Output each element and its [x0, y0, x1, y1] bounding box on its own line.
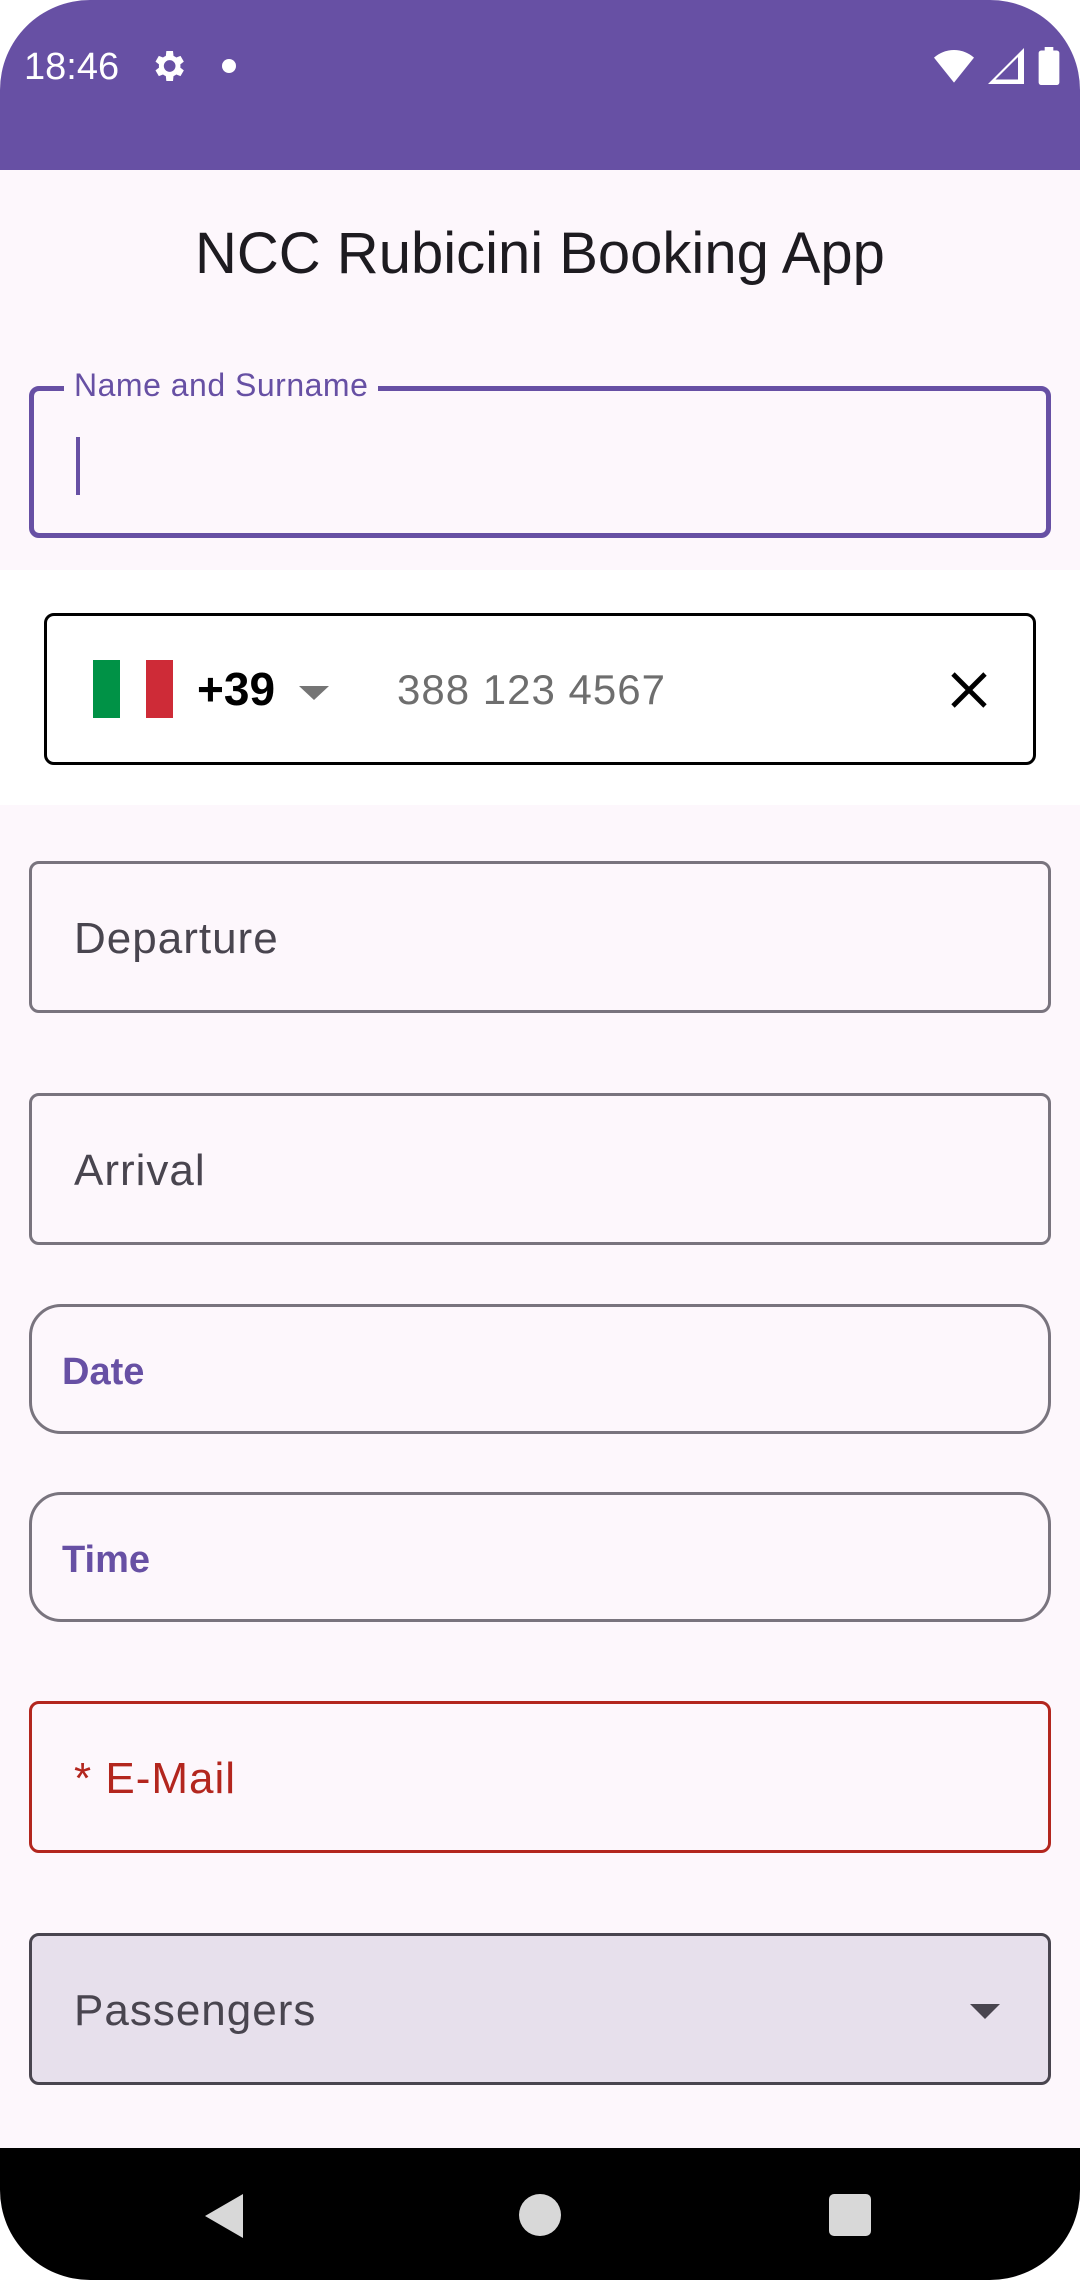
date-label: Date	[62, 1351, 145, 1393]
departure-field[interactable]: Departure	[29, 861, 1051, 1013]
status-bar: 18:46	[0, 0, 1080, 170]
country-dropdown-icon[interactable]	[299, 686, 329, 700]
home-icon[interactable]	[519, 2194, 561, 2236]
chevron-down-icon[interactable]	[970, 2004, 1000, 2019]
settings-icon	[155, 51, 184, 81]
signal-icon	[988, 48, 1024, 84]
passengers-dropdown[interactable]: Passengers	[29, 1933, 1051, 2085]
page-title: NCC Rubicini Booking App	[195, 221, 885, 286]
name-field-label: Name and Surname	[64, 367, 379, 404]
departure-placeholder: Departure	[74, 914, 279, 963]
country-code[interactable]: +39	[197, 662, 275, 716]
wifi-icon	[934, 50, 974, 83]
phone-input-placeholder[interactable]: 388 123 4567	[397, 666, 666, 714]
italy-flag-icon[interactable]	[93, 660, 174, 718]
name-field[interactable]: Name and Surname	[29, 367, 1051, 538]
navigation-bar	[0, 2148, 1080, 2280]
text-cursor	[76, 437, 80, 495]
status-time: 18:46	[24, 46, 120, 88]
email-field[interactable]: * E-Mail	[29, 1701, 1051, 1853]
app-screen: 18:46 NCC Rubicini Booking App Name and …	[0, 0, 1080, 2280]
passengers-placeholder: Passengers	[74, 1986, 317, 2035]
battery-icon	[1038, 47, 1060, 85]
notification-dot-icon	[222, 59, 236, 73]
date-field[interactable]: Date	[29, 1304, 1051, 1434]
phone-field[interactable]: +39 388 123 4567	[44, 613, 1036, 765]
time-field[interactable]: Time	[29, 1492, 1051, 1622]
email-placeholder: * E-Mail	[74, 1754, 237, 1803]
phone-section: +39 388 123 4567	[0, 570, 1080, 805]
status-icons	[934, 46, 1060, 86]
close-icon[interactable]	[945, 666, 993, 714]
back-icon[interactable]	[205, 2194, 243, 2238]
arrival-field[interactable]: Arrival	[29, 1093, 1051, 1245]
arrival-placeholder: Arrival	[74, 1146, 206, 1195]
time-label: Time	[62, 1539, 151, 1581]
recents-icon[interactable]	[829, 2194, 871, 2236]
